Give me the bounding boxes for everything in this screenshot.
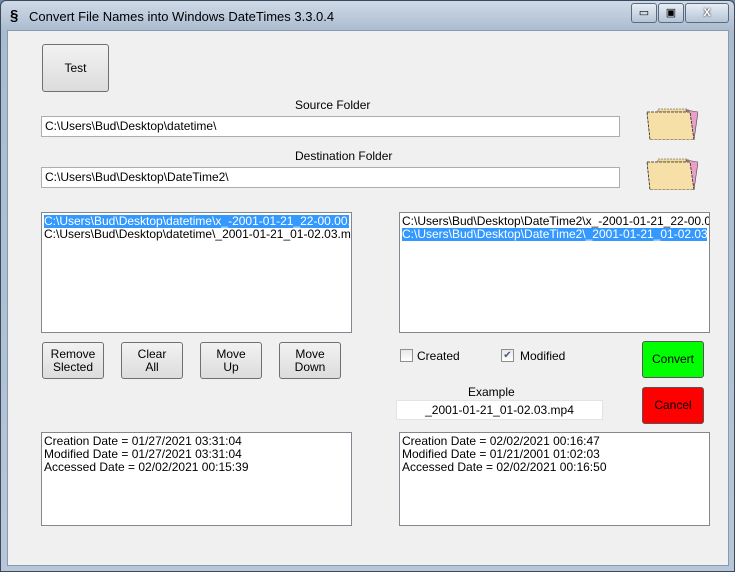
modified-label: Modified: [520, 349, 566, 363]
clear-all-button[interactable]: Clear All: [121, 342, 183, 379]
info-line: Accessed Date = 02/02/2021 00:15:39: [44, 460, 249, 474]
window-title: Convert File Names into Windows DateTime…: [29, 9, 335, 24]
modified-checkbox[interactable]: ✔: [501, 349, 514, 362]
example-output: _2001-01-21_01-02.03.mp4: [396, 400, 603, 420]
destination-file-info: Creation Date = 02/02/2021 00:16:47 Modi…: [399, 432, 710, 526]
checkmark-icon: ✔: [503, 350, 512, 361]
convert-button[interactable]: Convert: [642, 341, 704, 378]
clear-label-2: All: [145, 359, 159, 374]
move-up-label-1: Move: [216, 346, 246, 361]
close-button[interactable]: X: [685, 3, 729, 23]
source-folder-label: Source Folder: [295, 98, 371, 112]
maximize-button[interactable]: ▣: [658, 3, 684, 23]
destination-folder-browse-icon[interactable]: [646, 156, 698, 190]
move-up-label-2: Up: [223, 359, 239, 374]
test-button[interactable]: Test: [42, 44, 109, 92]
remove-selected-button[interactable]: Remove Slected: [42, 342, 104, 379]
remove-label-2: Slected: [52, 359, 94, 374]
minimize-button[interactable]: ▭: [631, 3, 657, 23]
move-up-button[interactable]: Move Up: [200, 342, 262, 379]
cancel-button[interactable]: Cancel: [642, 387, 704, 424]
source-file-info: Creation Date = 01/27/2021 03:31:04 Modi…: [41, 432, 352, 526]
remove-label-1: Remove: [50, 346, 96, 361]
list-item[interactable]: C:\Users\Bud\Desktop\DateTime2\_2001-01-…: [402, 228, 709, 241]
move-down-label-2: Down: [294, 359, 326, 374]
app-icon: §: [10, 7, 19, 24]
info-line: Accessed Date = 02/02/2021 00:16:50: [402, 460, 607, 474]
created-label: Created: [417, 349, 460, 363]
created-checkbox[interactable]: [400, 349, 413, 362]
clear-label-1: Clear: [137, 346, 167, 361]
move-down-label-1: Move: [295, 346, 325, 361]
move-down-button[interactable]: Move Down: [279, 342, 341, 379]
source-folder-input[interactable]: C:\Users\Bud\Desktop\datetime\: [41, 116, 620, 137]
example-label: Example: [468, 385, 515, 399]
destination-file-list[interactable]: C:\Users\Bud\Desktop\DateTime2\x_-2001-0…: [399, 212, 710, 333]
source-file-list[interactable]: C:\Users\Bud\Desktop\datetime\x_-2001-01…: [41, 212, 352, 333]
destination-folder-label: Destination Folder: [295, 149, 393, 163]
list-item[interactable]: C:\Users\Bud\Desktop\datetime\_2001-01-2…: [44, 228, 351, 241]
destination-folder-input[interactable]: C:\Users\Bud\Desktop\DateTime2\: [41, 167, 620, 188]
source-folder-browse-icon[interactable]: [646, 106, 698, 140]
